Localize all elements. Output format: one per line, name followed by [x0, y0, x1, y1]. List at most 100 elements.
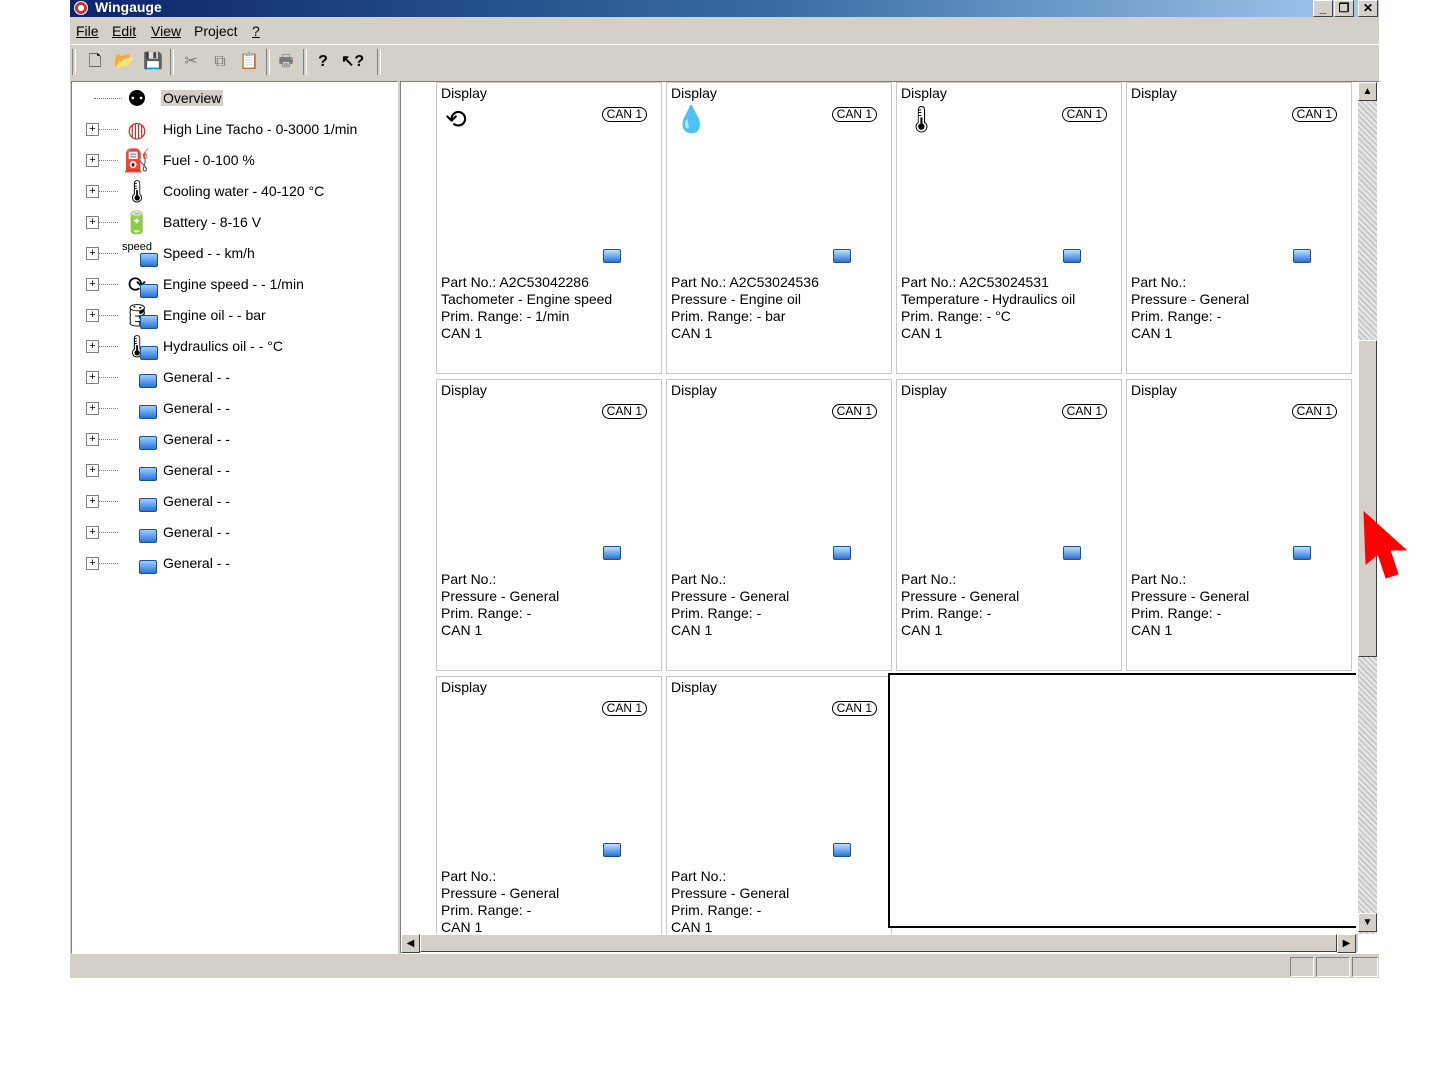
tree-item[interactable]: + speed Speed - - km/h — [72, 239, 392, 269]
display-icon — [1293, 249, 1311, 263]
tree-item[interactable]: + 🌡 Hydraulics oil - - °C — [72, 332, 392, 362]
part-number: Part No.: — [671, 868, 727, 884]
tree-connector — [98, 253, 118, 254]
scroll-right-button[interactable]: ▶ — [1337, 934, 1356, 953]
tree-item[interactable]: + ◍ High Line Tacho - 0-3000 1/min — [72, 115, 392, 145]
tree-item[interactable]: + ⛽ Fuel - 0-100 % — [72, 146, 392, 176]
can-badge: CAN 1 — [1291, 107, 1337, 122]
can-badge: CAN 1 — [601, 107, 647, 122]
tree-connector — [98, 439, 118, 440]
display-icon — [140, 346, 158, 360]
tree-view[interactable]: ⚉ Overview + ◍ High Line Tacho - 0-3000 … — [71, 81, 398, 954]
gauge-card[interactable]: Display ⟲ CAN 1 Part No.: A2C53042286 Ta… — [436, 82, 662, 374]
prim-range: Prim. Range: - — [901, 605, 992, 621]
can-bus: CAN 1 — [901, 325, 943, 341]
gauge-card[interactable]: Display CAN 1 Part No.: Pressure - Gener… — [1126, 82, 1352, 374]
restore-button[interactable]: ❐ — [1334, 0, 1354, 17]
tree-item[interactable]: + General - - — [72, 518, 392, 548]
menu-edit[interactable]: Edit — [112, 23, 136, 39]
display-icon — [139, 374, 157, 388]
paste-icon[interactable]: 📋 — [238, 51, 260, 73]
vertical-scroll-thumb[interactable] — [1358, 340, 1377, 657]
tree-item[interactable]: + 🌡 Cooling water - 40-120 °C — [72, 177, 392, 207]
gauge-card[interactable]: Display 💧 CAN 1 Part No.: A2C53024536 Pr… — [666, 82, 892, 374]
part-number: Part No.: A2C53024531 — [901, 274, 1049, 290]
tree-item-label: General - - — [163, 462, 230, 478]
tree-item[interactable]: + General - - — [72, 394, 392, 424]
card-caption: Display — [441, 679, 487, 695]
can-bus: CAN 1 — [1131, 622, 1173, 638]
hydraulic-temp-icon: 🌡 — [905, 104, 939, 134]
vertical-scrollbar[interactable]: ▲ ▼ — [1358, 82, 1377, 934]
scroll-down-button[interactable]: ▼ — [1358, 913, 1377, 932]
gauge-card[interactable]: Display CAN 1 Part No.: Pressure - Gener… — [666, 379, 892, 671]
status-bar — [70, 955, 1379, 977]
card-caption: Display — [901, 382, 947, 398]
toolbar-grip — [72, 49, 76, 75]
new-document-icon[interactable]: 🗋 — [84, 51, 106, 73]
display-icon — [1063, 546, 1081, 560]
minimize-button[interactable]: _ — [1313, 0, 1333, 17]
tree-item[interactable]: + 🛢 Engine oil - - bar — [72, 301, 392, 331]
can-badge: CAN 1 — [601, 404, 647, 419]
tree-connector — [98, 315, 118, 316]
tree-item[interactable]: + General - - — [72, 363, 392, 393]
gauge-type: Pressure - General — [441, 885, 560, 901]
gauge-card[interactable]: Display 🌡 CAN 1 Part No.: A2C53024531 Te… — [896, 82, 1122, 374]
gauge-card[interactable]: Display CAN 1 Part No.: Pressure - Gener… — [1126, 379, 1352, 671]
tree-item-label: Speed - - km/h — [163, 245, 255, 261]
cut-icon[interactable]: ✂ — [180, 51, 202, 73]
tree-item[interactable]: + 🔋 Battery - 8-16 V — [72, 208, 392, 238]
gauge-type: Pressure - General — [1131, 291, 1250, 307]
open-folder-icon[interactable]: 📂 — [113, 51, 135, 73]
tree-item[interactable]: + General - - — [72, 456, 392, 486]
tree-item[interactable]: + General - - — [72, 487, 392, 517]
print-icon[interactable]: 🖶 — [275, 51, 297, 73]
tree-connector — [98, 284, 118, 285]
tree-connector — [98, 191, 118, 192]
horizontal-scroll-thumb[interactable] — [420, 934, 1337, 952]
battery-icon: 🔋 — [123, 210, 151, 235]
prim-range: Prim. Range: - — [441, 902, 532, 918]
card-info: Part No.: Pressure - General Prim. Range… — [1131, 274, 1249, 342]
prim-range: Prim. Range: - °C — [901, 308, 1011, 324]
menu-file[interactable]: File — [76, 23, 99, 39]
gauge-card[interactable]: Display CAN 1 Part No.: Pressure - Gener… — [896, 379, 1122, 671]
menu-project[interactable]: Project — [194, 23, 238, 39]
save-icon[interactable]: 💾 — [142, 51, 164, 73]
scroll-left-button[interactable]: ◀ — [401, 934, 420, 953]
tacho-icon: ◍ — [127, 117, 147, 142]
tree-connector — [98, 160, 118, 161]
close-button[interactable]: ✕ — [1358, 0, 1378, 17]
menu-help[interactable]: ? — [252, 23, 260, 39]
empty-slot-selection[interactable] — [888, 673, 1356, 928]
display-icon — [603, 843, 621, 857]
help-icon[interactable]: ? — [312, 51, 334, 73]
tree-item[interactable]: + General - - — [72, 549, 392, 579]
tree-item-label: Engine oil - - bar — [163, 307, 266, 323]
tree-item[interactable]: + General - - — [72, 425, 392, 455]
gauge-card[interactable]: Display CAN 1 Part No.: Pressure - Gener… — [436, 676, 662, 934]
part-number: Part No.: A2C53024536 — [671, 274, 819, 290]
horizontal-scrollbar[interactable]: ◀ ▶ — [401, 934, 1358, 953]
can-badge: CAN 1 — [1061, 404, 1107, 419]
tree-item-label: Engine speed - - 1/min — [163, 276, 304, 292]
title-bar[interactable]: Wingauge _ ❐ ✕ — [70, 0, 1379, 17]
menu-view[interactable]: View — [151, 23, 181, 39]
menu-bar: File Edit View Project ? — [70, 20, 1379, 42]
toolbar-separator — [170, 49, 174, 75]
context-help-icon[interactable]: ↖? — [341, 51, 364, 73]
mouse-cursor — [1363, 510, 1408, 579]
can-badge: CAN 1 — [1291, 404, 1337, 419]
scroll-up-button[interactable]: ▲ — [1358, 82, 1377, 101]
display-icon — [833, 843, 851, 857]
display-icon — [1063, 249, 1081, 263]
tree-item[interactable]: + ⟳ Engine speed - - 1/min — [72, 270, 392, 300]
gauge-card[interactable]: Display CAN 1 Part No.: Pressure - Gener… — [436, 379, 662, 671]
tree-connector — [98, 346, 118, 347]
copy-icon[interactable]: ⧉ — [209, 51, 231, 73]
tree-item-overview[interactable]: ⚉ Overview — [72, 84, 392, 114]
card-info: Part No.: Pressure - General Prim. Range… — [901, 571, 1019, 639]
oil-can-icon: 💧 — [675, 104, 708, 134]
gauge-card[interactable]: Display CAN 1 Part No.: Pressure - Gener… — [666, 676, 892, 934]
